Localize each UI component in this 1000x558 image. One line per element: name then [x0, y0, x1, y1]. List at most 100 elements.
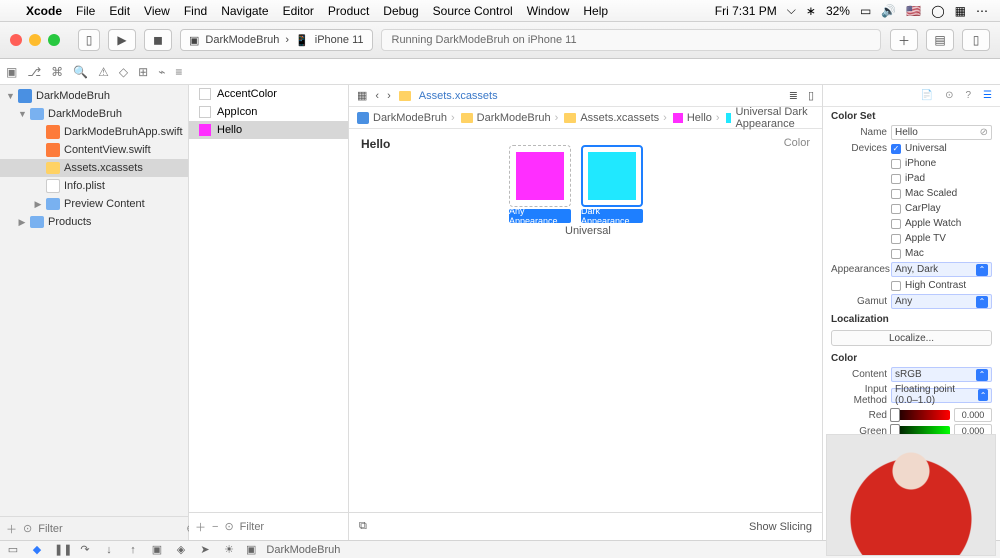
- nav-row-darkmodebruh[interactable]: ▼DarkModeBruh: [0, 105, 188, 123]
- project-navigator-tab[interactable]: ▣: [6, 65, 17, 79]
- notifications-icon[interactable]: ⋯: [976, 4, 988, 18]
- nav-row-preview-content[interactable]: ▶Preview Content: [0, 195, 188, 213]
- nav-row-darkmodebruhapp-swift[interactable]: DarkModeBruhApp.swift: [0, 123, 188, 141]
- window-close[interactable]: [10, 34, 22, 46]
- source-control-navigator-tab[interactable]: ⎇: [27, 65, 41, 79]
- wifi-icon[interactable]: ⌵: [787, 3, 796, 18]
- editor-options-icon[interactable]: ≣: [789, 89, 798, 102]
- nav-row-darkmodebruh[interactable]: ▼DarkModeBruh: [0, 87, 188, 105]
- find-navigator-tab[interactable]: 🔍: [73, 65, 88, 79]
- nav-row-info-plist[interactable]: Info.plist: [0, 177, 188, 195]
- symbol-navigator-tab[interactable]: ⌘: [51, 65, 63, 79]
- menu-help[interactable]: Help: [583, 4, 608, 18]
- control-center-icon[interactable]: ▦: [955, 4, 966, 18]
- device-iphone-check[interactable]: [891, 159, 901, 169]
- toggle-navigator[interactable]: ▯: [78, 29, 100, 51]
- nav-row-products[interactable]: ▶Products: [0, 213, 188, 231]
- battery-text[interactable]: 32%: [826, 4, 850, 18]
- hide-debug-area[interactable]: ▭: [6, 543, 20, 556]
- device-apple-tv-check[interactable]: [891, 234, 901, 244]
- remove-asset-button[interactable]: −: [212, 521, 218, 533]
- debug-target[interactable]: DarkModeBruh: [266, 544, 340, 556]
- run-button[interactable]: ▶: [108, 29, 136, 51]
- device-universal-check[interactable]: ✓: [891, 144, 901, 154]
- stop-button[interactable]: ◼: [144, 29, 172, 51]
- debug-navigator-tab[interactable]: ⊞: [138, 65, 148, 79]
- help-inspector-tab[interactable]: ?: [965, 90, 971, 101]
- window-zoom[interactable]: [48, 34, 60, 46]
- volume-icon[interactable]: 🔊: [881, 4, 896, 18]
- menu-file[interactable]: File: [76, 4, 95, 18]
- device-apple-watch-check[interactable]: [891, 219, 901, 229]
- menu-debug[interactable]: Debug: [383, 4, 418, 18]
- breakpoint-navigator-tab[interactable]: ⌁: [158, 65, 165, 79]
- breadcrumb[interactable]: DarkModeBruh› DarkModeBruh› Assets.xcass…: [349, 107, 822, 129]
- name-field[interactable]: Hello⊘: [891, 125, 992, 140]
- pause-button[interactable]: ❚❚: [54, 543, 68, 556]
- jumpbar-file[interactable]: Assets.xcassets: [419, 90, 498, 102]
- localize-button[interactable]: Localize...: [831, 330, 992, 346]
- menu-product[interactable]: Product: [328, 4, 369, 18]
- nav-forward[interactable]: ›: [387, 90, 391, 102]
- add-button[interactable]: ＋: [890, 29, 918, 51]
- device-mac-check[interactable]: [891, 249, 901, 259]
- high-contrast-check[interactable]: [891, 281, 901, 291]
- related-items-icon[interactable]: ▦: [357, 89, 367, 102]
- toggle-breakpoints[interactable]: ◆: [30, 543, 44, 556]
- clock[interactable]: Fri 7:31 PM: [715, 4, 777, 18]
- environment-overrides[interactable]: ☀: [222, 543, 236, 556]
- attributes-inspector-tab[interactable]: ☰: [983, 90, 992, 101]
- simulate-location[interactable]: ➤: [198, 543, 212, 556]
- nav-row-contentview-swift[interactable]: ContentView.swift: [0, 141, 188, 159]
- input-method-select[interactable]: Floating point (0.0–1.0)⌃: [891, 388, 992, 403]
- device-carplay-check[interactable]: [891, 204, 901, 214]
- debug-view-hierarchy[interactable]: ▣: [150, 543, 164, 556]
- scheme-selector[interactable]: ▣ DarkModeBruh › 📱 iPhone 11: [180, 29, 373, 51]
- menu-editor[interactable]: Editor: [283, 4, 314, 18]
- history-inspector-tab[interactable]: ⊙: [945, 90, 953, 101]
- file-inspector-tab[interactable]: 📄: [921, 90, 933, 101]
- asset-row-accentcolor[interactable]: AccentColor: [189, 85, 348, 103]
- device-ipad-check[interactable]: [891, 174, 901, 184]
- content-select[interactable]: sRGB⌃: [891, 367, 992, 382]
- menu-find[interactable]: Find: [184, 4, 207, 18]
- debug-memory[interactable]: ◈: [174, 543, 188, 556]
- library-button[interactable]: ▤: [926, 29, 954, 51]
- menu-view[interactable]: View: [144, 4, 170, 18]
- toggle-inspector[interactable]: ▯: [962, 29, 990, 51]
- device-mac-scaled-check[interactable]: [891, 189, 901, 199]
- adjust-editor-icon[interactable]: ▯: [808, 89, 814, 102]
- nav-row-assets-xcassets[interactable]: Assets.xcassets: [0, 159, 188, 177]
- add-target-button[interactable]: ＋: [6, 521, 17, 537]
- menu-app[interactable]: Xcode: [26, 4, 62, 18]
- report-navigator-tab[interactable]: ≡: [175, 65, 182, 79]
- add-asset-button[interactable]: ＋: [195, 519, 206, 535]
- copy-icon[interactable]: ⧉: [359, 520, 367, 533]
- asset-row-hello[interactable]: Hello: [189, 121, 348, 139]
- color-well-any-appearance[interactable]: Any Appearance: [509, 145, 571, 223]
- show-slicing-button[interactable]: Show Slicing: [749, 521, 812, 533]
- navigator-filter[interactable]: [38, 523, 180, 535]
- menu-window[interactable]: Window: [527, 4, 570, 18]
- scheme-device: iPhone 11: [315, 34, 364, 46]
- spotlight-icon[interactable]: ◯: [931, 4, 944, 18]
- color-well-dark-appearance[interactable]: Dark Appearance: [581, 145, 643, 223]
- bluetooth-icon[interactable]: ∗: [806, 4, 816, 18]
- step-over[interactable]: ↷: [78, 543, 92, 556]
- flag-icon[interactable]: 🇺🇸: [906, 4, 921, 18]
- red-value[interactable]: 0.000: [954, 408, 992, 422]
- battery-icon[interactable]: ▭: [860, 4, 871, 18]
- menu-edit[interactable]: Edit: [109, 4, 130, 18]
- menu-navigate[interactable]: Navigate: [221, 4, 268, 18]
- step-out[interactable]: ↑: [126, 544, 140, 556]
- red-slider[interactable]: [891, 410, 950, 420]
- gamut-select[interactable]: Any⌃: [891, 294, 992, 309]
- menu-source-control[interactable]: Source Control: [433, 4, 513, 18]
- step-into[interactable]: ↓: [102, 544, 116, 556]
- appearances-select[interactable]: Any, Dark⌃: [891, 262, 992, 277]
- nav-back[interactable]: ‹: [375, 90, 379, 102]
- issue-navigator-tab[interactable]: ⚠: [98, 65, 109, 79]
- test-navigator-tab[interactable]: ◇: [119, 65, 128, 79]
- asset-row-appicon[interactable]: AppIcon: [189, 103, 348, 121]
- window-minimize[interactable]: [29, 34, 41, 46]
